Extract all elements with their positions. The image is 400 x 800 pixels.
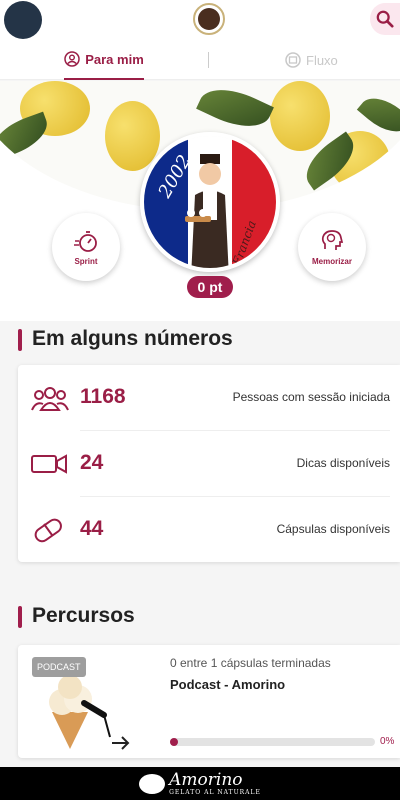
brain-head-icon (321, 230, 344, 250)
search-button[interactable] (370, 3, 400, 35)
tab-divider (208, 52, 209, 68)
feed-icon (285, 52, 301, 68)
tab-label: Para mim (85, 51, 144, 67)
lemon-illustration (270, 81, 330, 151)
leaf-illustration (196, 81, 274, 139)
stat-label: Cápsulas disponíveis (276, 522, 390, 536)
memorize-button[interactable]: Memorizar (298, 213, 366, 281)
leaf-illustration (0, 111, 54, 161)
stat-value: 1168 (80, 385, 126, 408)
points-badge: 0 pt (187, 276, 233, 298)
section-title-stats: Em alguns números (18, 327, 233, 351)
brand-footer: Amorino GELATO AL NATURALE (0, 767, 400, 800)
course-progress-text: 0 entre 1 cápsulas terminadas (170, 656, 331, 670)
waiter-illustration (185, 154, 229, 268)
stat-label: Pessoas com sessão iniciada (232, 390, 390, 404)
brand-text: Amorino GELATO AL NATURALE (169, 769, 261, 796)
stat-row-capsules: 44 Cápsulas disponíveis (18, 497, 400, 562)
stat-label: Dicas disponíveis (296, 456, 390, 470)
stat-row-tips: 24 Dicas disponíveis (18, 431, 400, 496)
brand-logo (193, 3, 225, 35)
podcast-badge: PODCAST (32, 657, 86, 677)
tab-para-mim[interactable]: Para mim (64, 40, 144, 80)
stopwatch-icon (74, 231, 97, 252)
brand-tagline: GELATO AL NATURALE (169, 788, 261, 796)
brand-mark-icon (139, 773, 166, 794)
course-progress-bar (170, 738, 375, 746)
stats-card: 1168 Pessoas com sessão iniciada 24 Dica… (18, 365, 400, 562)
lemon-illustration (105, 101, 160, 171)
pill-icon (34, 518, 62, 543)
memorize-label: Memorizar (311, 257, 352, 266)
search-icon (376, 10, 394, 28)
tab-fluxo[interactable]: Fluxo (285, 40, 338, 80)
tab-bar: Para mim Fluxo (0, 40, 400, 80)
course-card[interactable]: PODCAST 0 entre 1 cápsulas terminadas Po… (18, 645, 400, 758)
profile-avatar[interactable] (4, 1, 42, 39)
logo-mark (198, 8, 220, 30)
app-header (0, 0, 400, 40)
course-title: Podcast - Amorino (170, 677, 286, 692)
user-circle-icon (64, 51, 80, 67)
course-percent: 0% (380, 736, 395, 747)
brand-name: Amorino (169, 769, 243, 790)
hero-banner: 2002 Francia Sprint Memorizar 0 pt (0, 81, 400, 321)
people-icon (31, 387, 69, 411)
stat-row-sessions: 1168 Pessoas com sessão iniciada (18, 365, 400, 430)
stat-value: 24 (80, 451, 104, 474)
sprint-label: Sprint (74, 257, 98, 266)
progress-start-dot (170, 738, 178, 746)
video-icon (31, 454, 67, 474)
tab-label: Fluxo (306, 52, 338, 68)
section-title-courses: Percursos (18, 604, 135, 628)
sprint-button[interactable]: Sprint (52, 213, 120, 281)
profile-medal: 2002 Francia (140, 132, 280, 272)
stat-value: 44 (80, 517, 104, 540)
